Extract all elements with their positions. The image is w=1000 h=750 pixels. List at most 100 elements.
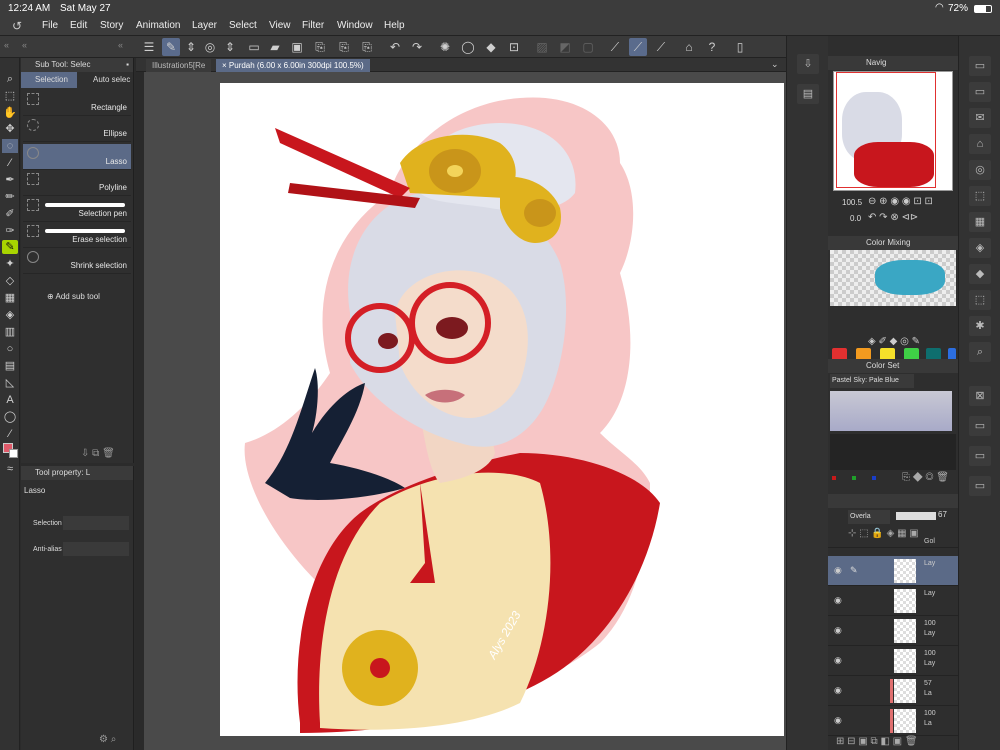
lasso-selection-icon[interactable]: ◌ <box>2 139 18 153</box>
export-icon[interactable]: ⎘ <box>311 38 329 56</box>
blend-mode-select[interactable]: Overla <box>848 510 890 524</box>
frame-icon[interactable]: ▤ <box>2 359 18 373</box>
eyedropper-icon[interactable]: ⁄ <box>2 156 18 170</box>
chevron-updown-icon-2[interactable]: ⇕ <box>221 38 239 56</box>
subtool-erase-selection[interactable]: Erase selection <box>23 222 131 248</box>
panel-icon-4[interactable]: ⌂ <box>969 134 991 154</box>
rotation-controls[interactable]: ↶ ↷ ⊗ ⊲⊳ <box>868 212 918 223</box>
tab-illustration5[interactable]: Illustration5[Re <box>146 59 212 72</box>
add-sub-tool-button[interactable]: ⊕ Add sub tool <box>47 292 100 301</box>
menu-edit[interactable]: Edit <box>70 20 87 31</box>
airbrush-icon[interactable]: ✑ <box>2 224 18 238</box>
quick-access-icon[interactable]: ✎ <box>162 38 180 56</box>
chevron-down-icon[interactable]: ⌄ <box>771 59 779 70</box>
learn-icon[interactable]: ⌂ <box>680 38 698 56</box>
menu-filter[interactable]: Filter <box>302 20 324 31</box>
selection-mode-buttons[interactable] <box>63 516 129 530</box>
device-icon[interactable]: ▯ <box>731 38 749 56</box>
layer-row[interactable]: Gol <box>828 536 958 548</box>
collapse-icon[interactable]: « <box>118 40 123 50</box>
layer-row[interactable]: ◉ 100 La <box>828 706 958 736</box>
menu-view[interactable]: View <box>269 20 291 31</box>
clear-icon[interactable]: ◯ <box>459 38 477 56</box>
redo-icon[interactable]: ↷ <box>408 38 426 56</box>
subtool-selection-pen[interactable]: Selection pen <box>23 196 131 222</box>
ruler-tool-icon[interactable]: ◺ <box>2 376 18 390</box>
panel-icon-9[interactable]: ◆ <box>969 264 991 284</box>
layer-row[interactable]: ◉ ✎ Lay <box>828 556 958 586</box>
close-icon[interactable]: × <box>222 61 229 70</box>
fill-bucket-icon[interactable]: ◈ <box>2 308 18 322</box>
menu-story[interactable]: Story <box>100 20 123 31</box>
stroke-icon[interactable]: ≈ <box>2 462 18 476</box>
gradient-icon[interactable]: ▥ <box>2 325 18 339</box>
eye-icon[interactable]: ◉ <box>834 685 842 696</box>
layer-row[interactable]: ◉ 100 Lay <box>828 616 958 646</box>
invert-selection-icon[interactable]: ◩ <box>556 38 574 56</box>
loading-icon[interactable]: ✺ <box>436 38 454 56</box>
panel-icon-14[interactable]: ▭ <box>969 416 991 436</box>
balloon-icon[interactable]: ◯ <box>2 410 18 424</box>
pencil-icon[interactable]: ✏ <box>2 190 18 204</box>
menu-animation[interactable]: Animation <box>136 20 180 31</box>
collapse-left-icon-2[interactable]: « <box>22 40 27 50</box>
panel-icon-11[interactable]: ✱ <box>969 316 991 336</box>
correct-line-icon[interactable]: ⁄ <box>2 427 18 441</box>
zoom-icon[interactable]: ⌕ <box>2 72 18 86</box>
panel-icon-15[interactable]: ▭ <box>969 446 991 466</box>
tab-purdah[interactable]: × Purdah (6.00 x 6.00in 300dpi 100.5%) <box>216 59 370 72</box>
grid-icon[interactable]: ▦ <box>2 291 18 305</box>
color-mixing-canvas[interactable] <box>830 250 956 306</box>
move-icon[interactable]: ✥ <box>2 122 18 136</box>
operation-icon[interactable]: ⬚ <box>2 89 18 103</box>
color-mixing-tools[interactable]: ◈ ✐ ◆ ◎ ✎ <box>868 336 920 347</box>
color-wheel-icon[interactable]: ◎ <box>201 38 219 56</box>
save-icon[interactable]: ▣ <box>288 38 306 56</box>
navigator-preview[interactable] <box>833 71 953 191</box>
menu-icon[interactable]: ☰ <box>140 38 158 56</box>
collapse-left-icon[interactable]: « <box>4 40 9 50</box>
menu-layer[interactable]: Layer <box>192 20 217 31</box>
layer-row[interactable]: ◉ 100 Lay <box>828 646 958 676</box>
undo-icon[interactable]: ↶ <box>386 38 404 56</box>
tab-auto-select[interactable]: Auto selec <box>79 72 133 88</box>
panel-menu-icon[interactable]: ▪ <box>126 58 129 72</box>
panel-icon-6[interactable]: ⬚ <box>969 186 991 206</box>
menu-window[interactable]: Window <box>337 20 373 31</box>
eye-icon[interactable]: ◉ <box>834 625 842 636</box>
panel-icon-3[interactable]: ✉ <box>969 108 991 128</box>
panel-icon-1[interactable]: ▭ <box>969 56 991 76</box>
ruler-icon[interactable]: ⟋ <box>606 38 624 56</box>
sub-color-swatch[interactable] <box>9 449 18 458</box>
zoom-controls[interactable]: ⊖ ⊕ ◉ ◉ ⊡ ⊡ <box>868 196 933 207</box>
eye-icon[interactable]: ◉ <box>834 595 842 606</box>
sparkle-icon[interactable]: ✦ <box>2 257 18 271</box>
subtool-rectangle[interactable]: Rectangle <box>23 90 131 116</box>
import-icon[interactable]: ⇩ <box>797 54 819 74</box>
deselect-icon[interactable]: ▨ <box>533 38 551 56</box>
subtool-ellipse[interactable]: Ellipse <box>23 116 131 142</box>
layer-row[interactable]: ◉ Lay <box>828 586 958 616</box>
help-icon[interactable]: ? <box>703 38 721 56</box>
snap-ruler-icon[interactable]: ⟋ <box>629 38 647 56</box>
menu-help[interactable]: Help <box>384 20 405 31</box>
material-icon[interactable]: ▤ <box>797 84 819 104</box>
snap-grid-icon[interactable]: ⟋ <box>652 38 670 56</box>
subtool-shrink-selection[interactable]: Shrink selection <box>23 248 131 274</box>
panel-icon-10[interactable]: ⬚ <box>969 290 991 310</box>
transform-icon[interactable]: ⊡ <box>505 38 523 56</box>
palette-swatches[interactable] <box>830 391 952 431</box>
opacity-slider[interactable] <box>896 512 936 520</box>
panel-icon-5[interactable]: ◎ <box>969 160 991 180</box>
subtool-lasso[interactable]: Lasso <box>23 144 131 170</box>
pen-icon[interactable]: ✒ <box>2 173 18 187</box>
eraser-icon[interactable]: ◇ <box>2 274 18 288</box>
panel-icon-12[interactable]: ⌕ <box>969 342 991 362</box>
panel-icon-2[interactable]: ▭ <box>969 82 991 102</box>
palette-select[interactable]: Pastel Sky: Pale Blue <box>830 374 914 388</box>
chevron-updown-icon[interactable]: ⇕ <box>182 38 200 56</box>
open-folder-icon[interactable]: ▰ <box>266 38 284 56</box>
layers-panel-icon[interactable]: ◈ <box>969 238 991 258</box>
eye-icon[interactable]: ◉ <box>834 655 842 666</box>
canvas-artwork[interactable]: Alys 2023 <box>220 83 784 736</box>
